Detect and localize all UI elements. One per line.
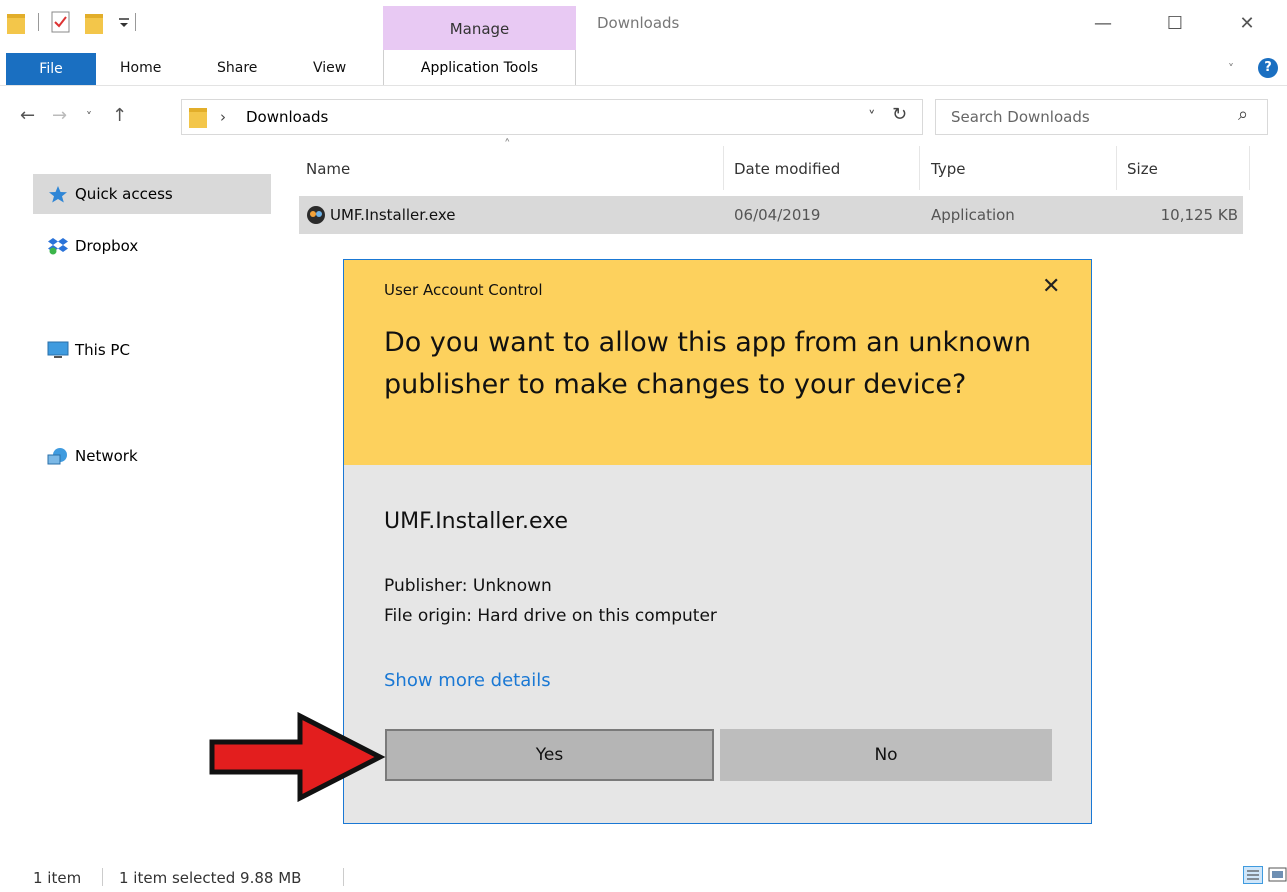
- tab-application-tools[interactable]: Application Tools: [383, 50, 576, 86]
- column-header-name[interactable]: Name: [306, 160, 350, 178]
- window-title: Downloads: [597, 14, 680, 32]
- search-input[interactable]: Search Downloads: [951, 108, 1090, 126]
- no-button[interactable]: No: [720, 729, 1052, 781]
- uac-dialog: User Account Control ✕ Do you want to al…: [343, 259, 1092, 824]
- show-more-details-link[interactable]: Show more details: [384, 670, 551, 691]
- monitor-icon: [47, 341, 69, 358]
- status-separator: [102, 868, 103, 886]
- customize-dropdown-icon[interactable]: [117, 10, 131, 32]
- tab-file[interactable]: File: [6, 53, 96, 85]
- sidebar-item-quick-access[interactable]: Quick access: [33, 174, 271, 214]
- details-view-icon[interactable]: [1243, 866, 1263, 884]
- dropbox-icon: [48, 238, 68, 255]
- ribbon-expand-chevron-icon[interactable]: ˅: [1228, 62, 1234, 76]
- file-name: UMF.Installer.exe: [330, 206, 456, 224]
- file-date-modified: 06/04/2019: [734, 206, 821, 224]
- column-header-date-modified[interactable]: Date modified: [734, 160, 840, 178]
- toolbar-separator: [135, 13, 136, 31]
- application-icon: [307, 206, 325, 224]
- sidebar-item-label: Quick access: [75, 185, 173, 203]
- column-header-size[interactable]: Size: [1127, 160, 1158, 178]
- properties-checkmark-icon[interactable]: [51, 10, 71, 34]
- sort-ascending-icon: ˄: [504, 138, 511, 153]
- breadcrumb-separator-icon: ›: [220, 108, 226, 126]
- close-icon: ✕: [1239, 12, 1255, 34]
- file-explorer-window: Manage Downloads — ☐ ✕ File Home Share V…: [0, 0, 1287, 892]
- toolbar-separator: [38, 13, 39, 31]
- sidebar-item-label: Dropbox: [75, 237, 139, 255]
- status-separator: [343, 868, 344, 886]
- dialog-publisher: Publisher: Unknown: [384, 576, 552, 596]
- sidebar-item-label: This PC: [75, 341, 130, 359]
- tab-view[interactable]: View: [313, 60, 346, 76]
- status-item-count: 1 item: [33, 869, 82, 887]
- close-window-button[interactable]: ✕: [1224, 8, 1270, 38]
- dialog-close-button[interactable]: ✕: [1042, 274, 1060, 299]
- file-size: 10,125 KB: [1160, 206, 1238, 224]
- breadcrumb-downloads[interactable]: Downloads: [246, 108, 328, 126]
- dialog-app-name: UMF.Installer.exe: [384, 509, 569, 534]
- maximize-icon: ☐: [1166, 12, 1184, 34]
- back-button[interactable]: ←: [20, 105, 35, 126]
- dialog-question: Do you want to allow this app from an un…: [384, 327, 1032, 400]
- column-divider[interactable]: [919, 146, 920, 190]
- yes-button[interactable]: Yes: [385, 729, 714, 781]
- minimize-button[interactable]: —: [1080, 8, 1126, 38]
- maximize-button[interactable]: ☐: [1152, 8, 1198, 38]
- manage-label: Manage: [449, 20, 510, 38]
- up-button[interactable]: ↑: [112, 105, 127, 126]
- tab-home[interactable]: Home: [120, 60, 161, 76]
- star-icon: [49, 186, 67, 203]
- sidebar-item-dropbox[interactable]: Dropbox: [33, 226, 138, 266]
- status-selection: 1 item selected 9.88 MB: [119, 869, 302, 887]
- refresh-icon[interactable]: ↻: [892, 104, 907, 125]
- search-icon[interactable]: ⌕: [1238, 104, 1248, 125]
- column-divider[interactable]: [1116, 146, 1117, 190]
- large-icons-view-icon[interactable]: [1268, 866, 1287, 884]
- tab-share[interactable]: Share: [217, 60, 257, 76]
- dialog-file-origin: File origin: Hard drive on this computer: [384, 606, 717, 626]
- file-type: Application: [931, 206, 1015, 224]
- folder-icon[interactable]: [6, 10, 26, 36]
- column-divider[interactable]: [1249, 146, 1250, 190]
- forward-button[interactable]: →: [52, 105, 67, 126]
- address-dropdown-icon[interactable]: ˅: [868, 108, 876, 126]
- recent-locations-button[interactable]: ˅: [86, 110, 92, 124]
- ribbon-divider: [0, 85, 1287, 86]
- folder-icon: [189, 108, 207, 128]
- sidebar-item-network[interactable]: Network: [33, 436, 138, 476]
- column-divider[interactable]: [723, 146, 724, 190]
- new-folder-icon[interactable]: [84, 10, 104, 36]
- sidebar-item-this-pc[interactable]: This PC: [33, 330, 130, 370]
- dialog-caption: User Account Control: [384, 281, 543, 299]
- sidebar-item-label: Network: [75, 447, 138, 465]
- minimize-icon: —: [1094, 12, 1112, 34]
- network-icon: [47, 448, 67, 465]
- help-icon[interactable]: ?: [1258, 58, 1278, 78]
- red-arrow-annotation-icon: [209, 712, 386, 802]
- column-header-type[interactable]: Type: [931, 160, 965, 178]
